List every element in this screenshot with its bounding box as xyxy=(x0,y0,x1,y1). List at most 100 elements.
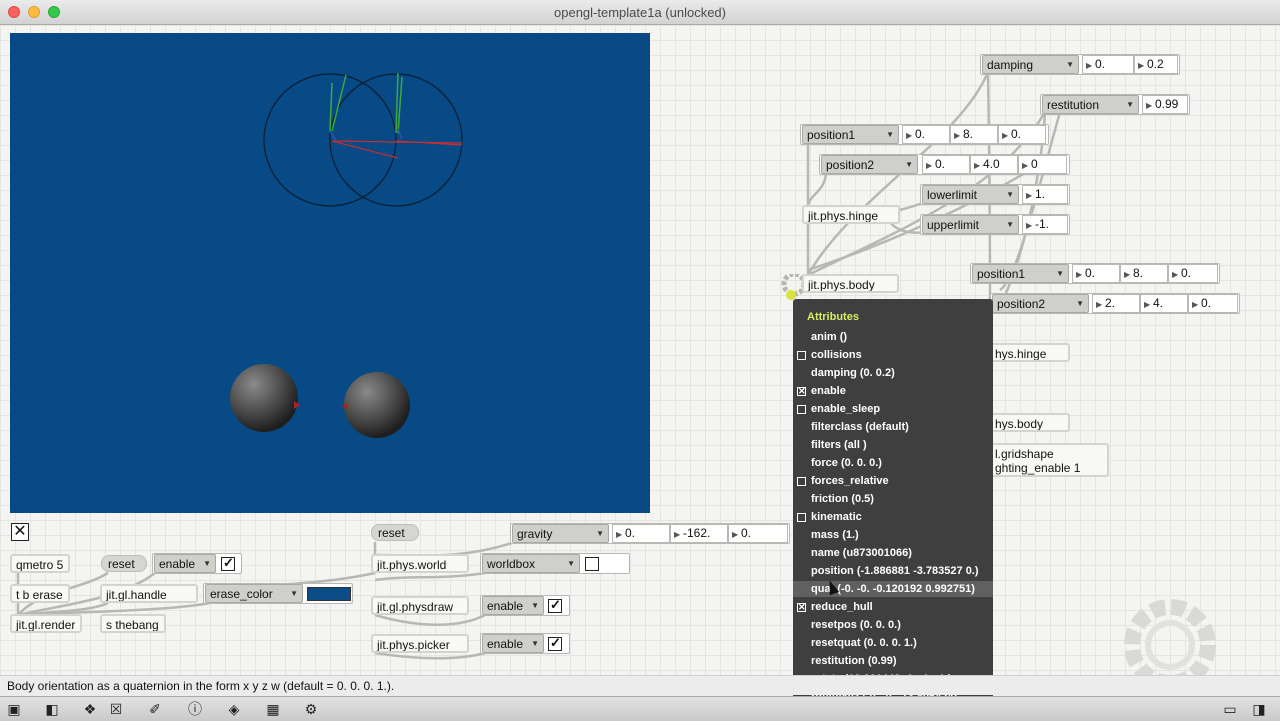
position1-a-z[interactable]: ▶ 0. xyxy=(998,125,1046,144)
sidebar-icon[interactable]: ◨ xyxy=(1251,701,1267,717)
position2-a-x[interactable]: ▶ 0. xyxy=(922,155,970,174)
attribute-menu-item[interactable]: enable xyxy=(811,383,846,399)
jit-phys-picker-object[interactable]: jit.phys.picker xyxy=(371,634,469,653)
attribute-menu-item[interactable]: reduce_hull xyxy=(811,599,873,615)
attribute-checkbox[interactable] xyxy=(797,477,806,486)
attribute-menu-item[interactable]: position (-1.886881 -3.783527 0.) xyxy=(811,563,979,579)
position1-b-x[interactable]: ▶ 0. xyxy=(1072,264,1120,283)
jit-phys-body-object[interactable]: jit.phys.body xyxy=(802,274,899,293)
attribute-menu-item[interactable]: forces_relative xyxy=(811,473,889,489)
position2-b-z[interactable]: ▶ 0. xyxy=(1188,294,1238,313)
position2-menu-b[interactable]: position2 ▼ xyxy=(992,294,1089,313)
attribute-menu-item[interactable]: name (u873001066) xyxy=(811,545,912,561)
position1-b-z[interactable]: ▶ 0. xyxy=(1168,264,1218,283)
presentation-icon[interactable]: ◈ xyxy=(226,701,242,717)
enable-checkbox-1[interactable] xyxy=(221,555,235,571)
enable-checkbox-3[interactable] xyxy=(548,635,562,651)
attribute-checkbox[interactable] xyxy=(797,513,806,522)
enable-checkbox-2[interactable] xyxy=(548,597,562,613)
restitution-menu[interactable]: restitution ▼ xyxy=(1042,95,1139,114)
position2-b-x[interactable]: ▶ 2. xyxy=(1092,294,1140,313)
attribute-menu-item[interactable]: damping (0. 0.2) xyxy=(811,365,895,381)
position2-menu-a[interactable]: position2 ▼ xyxy=(821,155,918,174)
t-b-erase-object[interactable]: t b erase xyxy=(10,584,70,603)
attribute-menu-item[interactable]: force (0. 0. 0.) xyxy=(811,455,882,471)
gravity-x[interactable]: ▶ 0. xyxy=(612,524,670,543)
jit-phys-world-object[interactable]: jit.phys.world xyxy=(371,554,469,573)
position1-menu-a[interactable]: position1 ▼ xyxy=(802,125,899,144)
gravity-menu[interactable]: gravity ▼ xyxy=(512,524,609,543)
position1-menu-b[interactable]: position1 ▼ xyxy=(972,264,1069,283)
attribute-menu-item[interactable]: resetquat (0. 0. 0. 1.) xyxy=(811,635,917,651)
attributes-popup-menu[interactable]: Attributes anim () collisions damping (0. … xyxy=(793,299,993,720)
debug-icon[interactable]: ⚙ xyxy=(303,701,319,717)
attribute-menu-item[interactable]: friction (0.5) xyxy=(811,491,874,507)
enable-menu-2[interactable]: enable ▼ xyxy=(482,596,544,615)
attribute-menu-item[interactable]: quat (-0. -0. -0.120192 0.992751) xyxy=(793,581,993,597)
inspector-icon[interactable]: ⓘ xyxy=(187,701,203,717)
erase-color-swatch[interactable] xyxy=(307,587,351,601)
jit-phys-body-object-2[interactable]: hys.body xyxy=(985,413,1070,432)
erase-color-menu[interactable]: erase_color ▼ xyxy=(205,584,303,603)
attribute-checkbox[interactable]: ✕ xyxy=(797,387,806,396)
attribute-menu-item[interactable]: kinematic xyxy=(811,509,862,525)
number-value: 0.2 xyxy=(1147,57,1164,71)
gravity-z[interactable]: ▶ 0. xyxy=(728,524,788,543)
upperlimit-number[interactable]: ▶ -1. xyxy=(1022,215,1068,234)
jit-gl-render-object[interactable]: jit.gl.render xyxy=(10,614,82,633)
damping-number-2[interactable]: ▶ 0.2 xyxy=(1134,55,1178,74)
attribute-checkbox[interactable] xyxy=(797,351,806,360)
delete-icon[interactable]: ☒ xyxy=(108,701,124,717)
damping-menu[interactable]: damping ▼ xyxy=(982,55,1079,74)
attribute-menu-item[interactable]: resetpos (0. 0. 0.) xyxy=(811,617,901,633)
attribute-label: filterclass (default) xyxy=(811,421,909,433)
attribute-menu-item[interactable]: collisions xyxy=(811,347,862,363)
damping-number-1[interactable]: ▶ 0. xyxy=(1082,55,1134,74)
position2-b-y[interactable]: ▶ 4. xyxy=(1140,294,1188,313)
worldbox-checkbox[interactable] xyxy=(585,557,599,571)
worldbox-menu[interactable]: worldbox ▼ xyxy=(482,554,580,573)
attribute-checkbox[interactable]: ✕ xyxy=(797,603,806,612)
attribute-menu-item[interactable]: restitution (0.99) xyxy=(811,653,897,669)
lowerlimit-number[interactable]: ▶ 1. xyxy=(1022,185,1068,204)
position1-a-y[interactable]: ▶ 8. xyxy=(950,125,998,144)
opengl-render-view[interactable] xyxy=(10,33,650,513)
jit-gl-handle-object[interactable]: jit.gl.handle xyxy=(100,584,198,603)
attribute-menu-item[interactable]: enable_sleep xyxy=(811,401,880,417)
lowerlimit-menu[interactable]: lowerlimit ▼ xyxy=(922,185,1019,204)
qmetro-object[interactable]: qmetro 5 xyxy=(10,554,70,573)
grid-icon[interactable]: ▦ xyxy=(265,701,281,717)
reset-message[interactable]: reset xyxy=(101,555,147,572)
dropdown-arrow-icon: ▼ xyxy=(886,130,894,139)
upperlimit-menu[interactable]: upperlimit ▼ xyxy=(922,215,1019,234)
position2-a-z[interactable]: ▶ 0 xyxy=(1018,155,1067,174)
attribute-menu-item[interactable]: filterclass (default) xyxy=(811,419,909,435)
restitution-number[interactable]: ▶ 0.99 xyxy=(1142,95,1188,114)
attribute-menu-item[interactable]: anim () xyxy=(811,329,847,345)
attribute-menu-item[interactable]: mass (1.) xyxy=(811,527,859,543)
position1-a-x[interactable]: ▶ 0. xyxy=(902,125,950,144)
lock-icon[interactable]: ▣ xyxy=(6,701,22,717)
patch-cords-icon[interactable]: ✐ xyxy=(147,701,163,717)
jit-phys-hinge-object[interactable]: jit.phys.hinge xyxy=(802,205,900,224)
gravity-y[interactable]: ▶ -162. xyxy=(670,524,728,543)
jit-gl-physdraw-object[interactable]: jit.gl.physdraw xyxy=(371,596,469,615)
s-thebang-object[interactable]: s thebang xyxy=(100,614,166,633)
split-view-icon[interactable]: ▭ xyxy=(1222,701,1238,717)
attribute-checkbox[interactable] xyxy=(797,405,806,414)
worldbox-label: worldbox xyxy=(487,557,536,571)
attributes-header: Attributes xyxy=(807,311,859,323)
jit-phys-hinge-object-2[interactable]: hys.hinge xyxy=(985,343,1070,362)
position1-b-y[interactable]: ▶ 8. xyxy=(1120,264,1168,283)
jit-gl-gridshape-object[interactable]: l.gridshape ghting_enable 1 xyxy=(985,443,1109,477)
enable-menu-1[interactable]: enable ▼ xyxy=(154,554,216,573)
attribute-menu-item[interactable]: filters (all ) xyxy=(811,437,867,453)
new-object-icon[interactable]: ◧ xyxy=(44,701,60,717)
reset-message-2[interactable]: reset xyxy=(371,524,419,541)
position2-a-y[interactable]: ▶ 4.0 xyxy=(970,155,1018,174)
enable-menu-3[interactable]: enable ▼ xyxy=(482,634,544,653)
extras-icon[interactable]: ❖ xyxy=(82,701,98,717)
number-value: 2. xyxy=(1105,296,1116,310)
attribute-label: restitution (0.99) xyxy=(811,655,897,667)
toggle-x-button[interactable]: ✕ xyxy=(11,523,29,541)
